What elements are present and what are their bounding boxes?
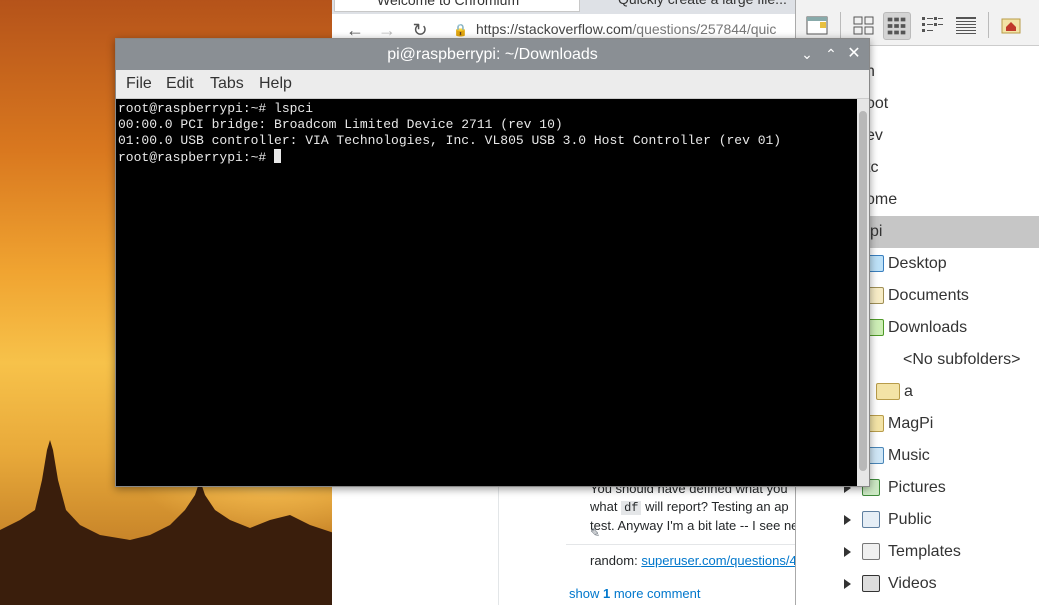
expand-arrow-icon[interactable] <box>844 547 851 557</box>
terminal-line: 00:00.0 PCI bridge: Broadcom Limited Dev… <box>118 117 563 132</box>
public-folder-icon <box>862 511 880 528</box>
minimize-icon[interactable]: ⌄ <box>796 43 818 65</box>
inline-code: df <box>621 501 642 515</box>
menu-edit[interactable]: Edit <box>166 75 194 93</box>
lock-icon: 🔒 <box>453 23 468 37</box>
show-more-post: more comment <box>610 586 701 601</box>
tree-item-public[interactable]: Public <box>796 504 1039 536</box>
home-icon[interactable] <box>997 12 1025 40</box>
new-window-icon[interactable] <box>804 12 832 40</box>
tree-item-label: Music <box>888 447 930 464</box>
comment: You should have defined what you what df… <box>590 480 795 535</box>
url-path: /questions/257844/quic <box>632 21 777 37</box>
tree-item-label: <No subfolders> <box>903 351 1021 368</box>
url-host: https://stackoverflow.com <box>476 21 633 37</box>
terminal-prompt: root@raspberrypi:~# <box>118 150 275 165</box>
menu-tabs[interactable]: Tabs <box>210 75 244 93</box>
browser-tab-stackoverflow[interactable]: Quickly create a large file... <box>590 0 802 12</box>
toolbar-separator <box>988 12 989 38</box>
folder-icon <box>876 383 900 400</box>
terminal-menubar: File Edit Tabs Help <box>116 70 869 99</box>
random-label: random: <box>590 553 642 568</box>
comment-text: what <box>590 499 622 514</box>
tree-item-templates[interactable]: Templates <box>796 536 1039 568</box>
expand-arrow-icon[interactable] <box>844 515 851 525</box>
menu-file[interactable]: File <box>126 75 152 93</box>
comment-random: random: superuser.com/questions/4 <box>590 553 797 568</box>
browser-tab-welcome[interactable]: Welcome to Chromium <box>334 0 580 12</box>
show-more-pre: show <box>569 586 603 601</box>
maximize-icon[interactable]: ⌃ <box>820 43 842 65</box>
terminal-line: 01:00.0 USB controller: VIA Technologies… <box>118 133 782 148</box>
icon-view-icon[interactable] <box>850 12 878 40</box>
terminal-scrollbar[interactable] <box>857 99 869 486</box>
tree-item-label: MagPi <box>888 415 934 432</box>
tree-item-label: Videos <box>888 575 937 592</box>
terminal-output[interactable]: root@raspberrypi:~# lspci 00:00.0 PCI br… <box>116 99 857 486</box>
tree-item-label: Pictures <box>888 479 946 496</box>
videos-folder-icon <box>862 575 880 592</box>
tree-item-label: ome <box>866 191 898 208</box>
thumbnail-view-icon[interactable] <box>883 12 911 40</box>
address-bar[interactable]: https://stackoverflow.com/questions/2578… <box>476 21 776 37</box>
compact-view-icon[interactable] <box>918 12 946 40</box>
comment-line-3: test. Anyway I'm a bit late -- I see ne <box>590 518 795 533</box>
terminal-window: pi@raspberrypi: ~/Downloads ⌄ ⌃ ✕ File E… <box>115 38 870 487</box>
tree-item-label: a <box>904 383 913 400</box>
toolbar-separator <box>840 12 841 38</box>
terminal-prompt-line: root@raspberrypi:~# <box>118 149 855 166</box>
tree-item-label: Downloads <box>888 319 968 336</box>
templates-folder-icon <box>862 543 880 560</box>
browser-tabstrip: Welcome to Chromium Quickly create a lar… <box>332 0 802 14</box>
terminal-line: root@raspberrypi:~# lspci <box>118 101 314 116</box>
show-more-comments-link[interactable]: show 1 more comment <box>569 586 701 601</box>
edit-pencil-icon[interactable]: ✎ <box>590 526 600 540</box>
terminal-titlebar[interactable]: pi@raspberrypi: ~/Downloads ⌄ ⌃ ✕ <box>116 39 869 70</box>
window-title: pi@raspberrypi: ~/Downloads <box>387 46 598 63</box>
random-link[interactable]: superuser.com/questions/4 <box>641 553 796 568</box>
tree-item-label: pi <box>870 223 883 240</box>
text-cursor <box>274 149 282 163</box>
menu-help[interactable]: Help <box>259 75 292 93</box>
list-view-icon[interactable] <box>952 12 980 40</box>
comment-text: will report? Testing an ap <box>641 499 789 514</box>
scrollbar-thumb[interactable] <box>859 111 867 471</box>
close-icon[interactable]: ✕ <box>843 43 865 65</box>
expand-arrow-icon[interactable] <box>844 579 851 589</box>
comment-line-2: what df will report? Testing an ap <box>590 498 795 517</box>
tree-item-label: Templates <box>888 543 961 560</box>
tree-item-label: Documents <box>888 287 969 304</box>
tree-item-videos[interactable]: Videos <box>796 568 1039 600</box>
left-rail-divider <box>498 486 499 605</box>
tree-item-label: Public <box>888 511 932 528</box>
comment-divider <box>566 544 796 545</box>
tree-item-label: Desktop <box>888 255 947 272</box>
